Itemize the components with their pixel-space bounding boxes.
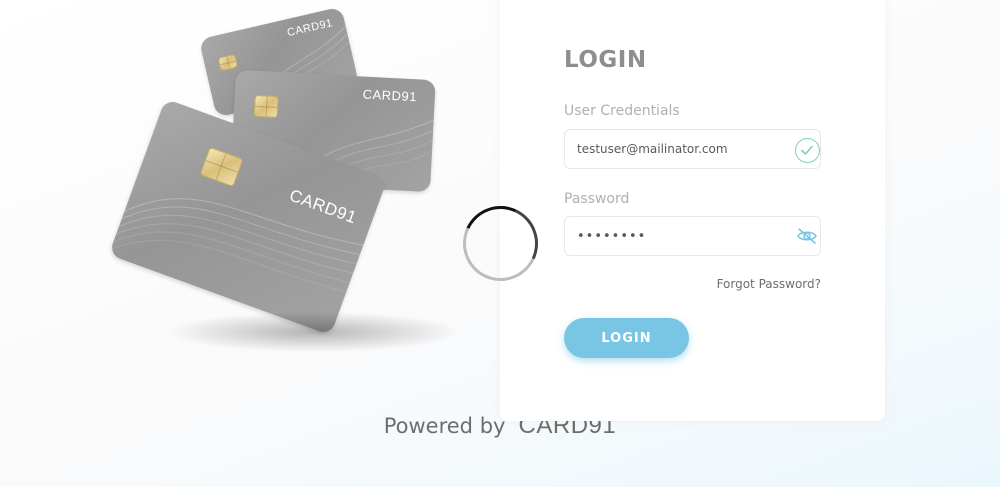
user-credentials-label: User Credentials (564, 103, 680, 119)
login-button[interactable]: LOGIN (564, 318, 689, 358)
password-field (564, 216, 821, 256)
login-title: LOGIN (564, 47, 647, 73)
user-credentials-input[interactable] (577, 130, 787, 168)
login-panel: LOGIN User Credentials Password Forgot P… (500, 0, 885, 421)
user-credentials-field (564, 129, 821, 169)
forgot-password-link[interactable]: Forgot Password? (717, 277, 821, 291)
eye-off-icon[interactable] (796, 226, 818, 246)
check-circle-icon (795, 138, 820, 163)
password-label: Password (564, 191, 630, 207)
card-brand-logo: CARD91 (362, 86, 418, 105)
cards-shadow (168, 312, 458, 352)
password-input[interactable] (577, 217, 787, 255)
powered-by-text: Powered by (383, 414, 506, 438)
card-chip (253, 94, 279, 119)
